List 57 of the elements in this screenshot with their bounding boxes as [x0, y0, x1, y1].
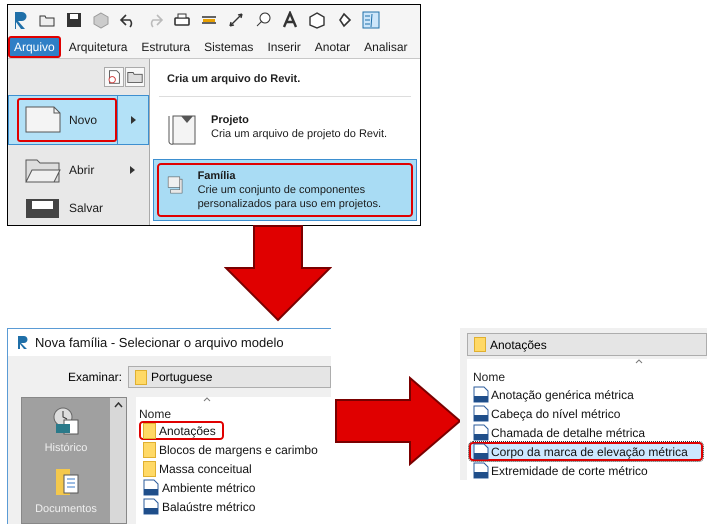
- rft-file-icon: [473, 443, 489, 460]
- rft-file-icon: [473, 405, 489, 422]
- file-item[interactable]: Extremidade de corte métrico: [471, 461, 707, 480]
- document-icon: [25, 106, 61, 134]
- ribbon-tab[interactable]: Estrutura: [135, 36, 196, 58]
- folder-icon: [474, 337, 486, 352]
- folder-icon: [143, 460, 156, 476]
- rft-file-icon: [143, 498, 159, 515]
- text-icon[interactable]: [281, 11, 299, 29]
- submenu-heading: Cria um arquivo do Revit.: [159, 71, 411, 96]
- down-arrow-icon: [224, 224, 332, 322]
- ribbon-tab[interactable]: Arquitetura: [62, 36, 134, 58]
- rft-file-icon: [143, 479, 159, 496]
- folder-icon: [135, 370, 147, 384]
- file-item[interactable]: Massa conceitual: [139, 459, 256, 478]
- submenu-item[interactable]: Família Crie um conjunto de componentes personalizados para uso em projetos.: [153, 158, 417, 220]
- save-icon: [25, 198, 61, 218]
- scroll-up-icon[interactable]: [114, 402, 122, 408]
- rft-file-icon: [473, 424, 489, 441]
- sort-caret-icon[interactable]: [203, 397, 211, 402]
- right-arrow-icon: [334, 376, 462, 466]
- print-icon[interactable]: [173, 11, 191, 29]
- file-item[interactable]: Chamada de detalhe métrica: [471, 423, 707, 442]
- column-header[interactable]: Nome: [473, 368, 707, 385]
- menu-item[interactable]: Salvar: [8, 195, 149, 221]
- file-item[interactable]: Anotações: [139, 421, 224, 440]
- folder-icon: [143, 442, 156, 458]
- folder-icon[interactable]: [125, 67, 145, 87]
- file-item[interactable]: Blocos de margens e carimbo: [139, 440, 322, 459]
- ribbon-tab[interactable]: Analisar: [358, 36, 414, 58]
- column-header[interactable]: Nome: [139, 405, 331, 421]
- path-dropdown[interactable]: Anotações: [467, 333, 707, 356]
- file-item[interactable]: Cabeça do nível métrico: [471, 404, 707, 423]
- file-item[interactable]: Balaústre métrico: [139, 497, 260, 516]
- menu-item[interactable]: Abrir: [8, 145, 149, 195]
- revit-logo-icon: [17, 335, 29, 350]
- ribbon-tab[interactable]: Anotar: [308, 36, 356, 58]
- ribbon-tab[interactable]: Inserir: [261, 36, 307, 58]
- file-item[interactable]: Corpo da marca de elevação métrica: [469, 442, 703, 461]
- menu-item[interactable]: Novo: [8, 95, 149, 145]
- file-item[interactable]: Anotação genérica métrica: [471, 385, 707, 404]
- ribbon-tab[interactable]: Arquivo: [8, 36, 61, 58]
- panel-icon[interactable]: [362, 11, 380, 29]
- rft-file-icon: [473, 386, 489, 403]
- save-icon[interactable]: [65, 11, 83, 29]
- submenu-item[interactable]: Projeto Cria um arquivo de projeto do Revit.: [153, 102, 417, 154]
- revit-logo-icon[interactable]: [13, 10, 29, 30]
- file-item[interactable]: Ambiente métrico: [139, 478, 260, 497]
- look-in-label: Examinar:: [66, 369, 123, 386]
- ribbon-tab[interactable]: Sistemas: [198, 36, 260, 58]
- recent-document-icon[interactable]: [104, 67, 124, 87]
- clock-icon[interactable]: [52, 406, 80, 436]
- dimension-icon[interactable]: [227, 11, 245, 29]
- folder-icon: [143, 422, 156, 438]
- sort-caret-icon[interactable]: [635, 359, 643, 364]
- dialog-title: Nova família - Selecionar o arquivo modelo: [35, 334, 284, 352]
- look-in-dropdown[interactable]: Portuguese: [128, 366, 331, 388]
